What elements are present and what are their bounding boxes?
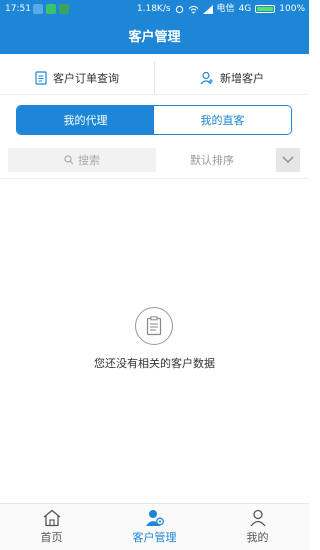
notification-icons bbox=[33, 4, 69, 14]
add-customer-button[interactable]: 新增客户 bbox=[155, 62, 309, 94]
search-icon bbox=[64, 155, 74, 165]
page-title: 客户管理 bbox=[128, 30, 181, 45]
tab-mine[interactable]: 我的 bbox=[206, 504, 309, 550]
search-row: 搜索 默认排序 bbox=[0, 146, 309, 174]
tab-home-label: 首页 bbox=[40, 531, 63, 544]
network-type: 4G bbox=[238, 4, 252, 14]
network-speed: 1.18K/s bbox=[136, 4, 171, 14]
store-notification-icon bbox=[59, 4, 69, 14]
user-icon bbox=[249, 509, 266, 527]
action-row: 客户订单查询 新增客户 bbox=[0, 62, 309, 95]
tab-my-agent[interactable]: 我的代理 bbox=[17, 106, 154, 134]
battery-percent: 100% bbox=[279, 4, 305, 14]
customer-manage-icon bbox=[145, 510, 164, 526]
home-icon bbox=[43, 509, 60, 527]
battery-icon bbox=[255, 5, 276, 13]
empty-document-icon bbox=[135, 307, 173, 345]
bottom-tab-bar: 首页 客户管理 我的 bbox=[0, 503, 309, 550]
status-time: 17:51 bbox=[5, 4, 31, 14]
tab-home[interactable]: 首页 bbox=[0, 504, 103, 550]
alarm-icon bbox=[175, 5, 183, 13]
tab-mine-label: 我的 bbox=[246, 531, 269, 544]
sort-label[interactable]: 默认排序 bbox=[190, 152, 234, 168]
app-notification-icon bbox=[33, 4, 43, 14]
carrier-name: 电信 bbox=[216, 4, 235, 14]
signal-icon bbox=[202, 4, 213, 14]
empty-state-message: 您还没有相关的客户数据 bbox=[94, 357, 215, 370]
app-header: 17:51 1.18K/s 电信 4G 100% 客户管理 bbox=[0, 0, 309, 54]
status-right: 1.18K/s 电信 4G 100% bbox=[137, 0, 305, 18]
search-placeholder: 搜索 bbox=[78, 154, 100, 167]
tab-customer-manage-label: 客户管理 bbox=[132, 531, 177, 544]
tab-customer-manage[interactable]: 客户管理 bbox=[103, 504, 206, 550]
divider bbox=[0, 178, 309, 179]
chevron-down-icon bbox=[282, 156, 294, 163]
order-query-button[interactable]: 客户订单查询 bbox=[0, 62, 155, 94]
order-list-icon bbox=[35, 71, 47, 85]
wifi-icon bbox=[188, 5, 198, 14]
status-bar: 17:51 1.18K/s 电信 4G 100% bbox=[0, 0, 309, 18]
search-input[interactable]: 搜索 bbox=[8, 148, 156, 172]
agent-type-segment: 我的代理 我的直客 bbox=[16, 105, 292, 135]
wechat-notification-icon bbox=[46, 4, 56, 14]
tab-my-direct[interactable]: 我的直客 bbox=[154, 106, 291, 134]
add-customer-label: 新增客户 bbox=[220, 72, 264, 85]
sort-dropdown-button[interactable] bbox=[276, 148, 300, 172]
add-user-icon bbox=[200, 71, 213, 85]
order-query-label: 客户订单查询 bbox=[53, 72, 119, 85]
